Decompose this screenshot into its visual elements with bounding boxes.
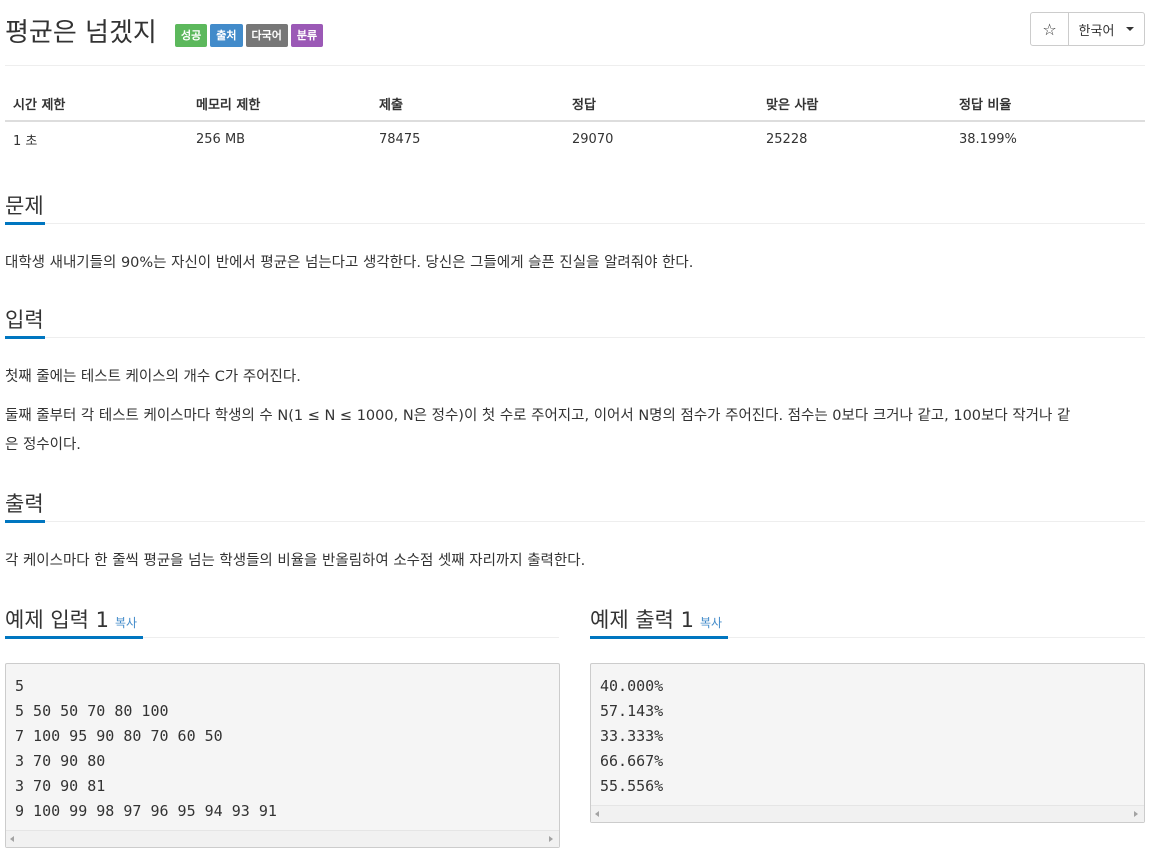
heading-underline xyxy=(5,636,143,639)
horizontal-scrollbar[interactable] xyxy=(6,830,559,847)
sample-output-line: 55.556% xyxy=(600,777,664,795)
header-accepted: 정답 xyxy=(564,86,758,122)
copy-sample-output-link[interactable]: 복사 xyxy=(700,616,722,630)
sample-input-line: 9 100 99 98 97 96 95 94 93 91 xyxy=(15,802,277,820)
sample-output-box[interactable]: 40.000% 57.143% 33.333% 66.667% 55.556% xyxy=(590,663,1145,823)
sample-input-line: 7 100 95 90 80 70 60 50 xyxy=(15,727,223,745)
star-icon: ☆ xyxy=(1042,19,1057,39)
sample-input-line: 3 70 90 80 xyxy=(15,752,106,770)
sample-input-title-text: 예제 입력 1 xyxy=(5,608,109,632)
header-submissions: 제출 xyxy=(371,86,564,122)
label-success[interactable]: 성공 xyxy=(175,24,208,47)
cell-accepted: 29070 xyxy=(572,132,614,147)
input-line-2: 둘째 줄부터 각 테스트 케이스마다 학생의 수 N(1 ≤ N ≤ 1000,… xyxy=(5,408,1071,424)
output-title: 출력 xyxy=(5,492,44,516)
sample-output-line: 57.143% xyxy=(600,702,664,720)
language-dropdown[interactable]: 한국어 xyxy=(1069,12,1145,46)
sample-input-heading: 예제 입력 1 복사 xyxy=(5,598,559,640)
problem-section: 문제 대학생 새내기들의 90%는 자신이 반에서 평균은 넘는다고 생각한다.… xyxy=(5,184,1145,278)
sample-output-heading: 예제 출력 1 복사 xyxy=(590,598,1145,640)
problem-title: 문제 xyxy=(5,194,44,218)
sample-output-line: 33.333% xyxy=(600,727,664,745)
header-button-group: ☆ 한국어 xyxy=(1030,12,1145,46)
header-time-limit: 시간 제한 xyxy=(5,86,188,122)
sample-output-section: 예제 출력 1 복사 xyxy=(590,598,1145,640)
sample-output-line: 66.667% xyxy=(600,752,664,770)
sample-output-title-text: 예제 출력 1 xyxy=(590,608,694,632)
sample-input-line: 3 70 90 81 xyxy=(15,777,106,795)
page-header: 평균은 넘겠지 성공 출처 다국어 분류 ☆ 한국어 xyxy=(5,0,1145,66)
cell-time-limit: 1 초 xyxy=(13,134,38,149)
copy-sample-input-link[interactable]: 복사 xyxy=(115,616,137,630)
input-line-1: 첫째 줄에는 테스트 케이스의 개수 C가 주어진다. xyxy=(5,369,301,385)
cell-submissions: 78475 xyxy=(379,132,421,147)
table-header-row: 시간 제한 메모리 제한 제출 정답 맞은 사람 정답 비율 xyxy=(5,86,1145,122)
input-heading: 입력 xyxy=(5,298,1145,339)
cell-memory-limit: 256 MB xyxy=(196,132,246,147)
chevron-down-icon xyxy=(1126,27,1135,31)
output-heading: 출력 xyxy=(5,482,1145,523)
input-section: 입력 첫째 줄에는 테스트 케이스의 개수 C가 주어진다. 둘째 줄부터 각 … xyxy=(5,298,1145,460)
problem-info-table: 시간 제한 메모리 제한 제출 정답 맞은 사람 정답 비율 1 초 256 M… xyxy=(5,86,1145,157)
input-line-2-cont: 은 정수이다. xyxy=(5,437,81,453)
scroll-left-icon[interactable] xyxy=(595,811,599,817)
sample-input-title: 예제 입력 1 복사 xyxy=(5,604,137,640)
input-title: 입력 xyxy=(5,308,44,332)
horizontal-scrollbar[interactable] xyxy=(591,805,1144,822)
header-accept-ratio: 정답 비율 xyxy=(951,86,1145,122)
scroll-right-icon[interactable] xyxy=(1134,811,1138,817)
heading-underline xyxy=(5,336,45,339)
sample-input-code: 5 5 50 50 70 80 100 7 100 95 90 80 70 60 5… xyxy=(6,664,559,824)
problem-text: 대학생 새내기들의 90%는 자신이 반에서 평균은 넘는다고 생각한다. 당신… xyxy=(5,255,694,271)
heading-underline xyxy=(590,636,728,639)
language-label: 한국어 xyxy=(1078,23,1115,39)
problem-heading: 문제 xyxy=(5,184,1145,225)
cell-solved-users: 25228 xyxy=(766,132,808,147)
scroll-left-icon[interactable] xyxy=(10,836,14,842)
output-text: 각 케이스마다 한 줄씩 평균을 넘는 학생들의 비율을 반올림하여 소수점 셋… xyxy=(5,553,586,569)
sample-output-title: 예제 출력 1 복사 xyxy=(590,604,722,640)
page-title: 평균은 넘겠지 xyxy=(5,18,157,48)
sample-output-code: 40.000% 57.143% 33.333% 66.667% 55.556% xyxy=(591,664,1144,799)
label-source[interactable]: 출처 xyxy=(210,24,243,47)
header-memory-limit: 메모리 제한 xyxy=(188,86,371,122)
label-category[interactable]: 분류 xyxy=(290,24,324,47)
problem-labels: 성공 출처 다국어 분류 xyxy=(175,24,324,47)
header-solved-users: 맞은 사람 xyxy=(758,86,951,122)
table-row: 1 초 256 MB 78475 29070 25228 38.199% xyxy=(5,121,1145,157)
sample-input-line: 5 50 50 70 80 100 xyxy=(15,702,169,720)
scroll-right-icon[interactable] xyxy=(549,836,553,842)
sample-input-line: 5 xyxy=(15,677,25,695)
output-section: 출력 각 케이스마다 한 줄씩 평균을 넘는 학생들의 비율을 반올림하여 소수… xyxy=(5,482,1145,576)
heading-underline xyxy=(5,222,45,225)
cell-accept-ratio: 38.199% xyxy=(959,132,1017,147)
label-multilang[interactable]: 다국어 xyxy=(245,24,288,47)
sample-input-box[interactable]: 5 5 50 50 70 80 100 7 100 95 90 80 70 60 5… xyxy=(5,663,560,848)
sample-input-section: 예제 입력 1 복사 xyxy=(5,598,559,640)
problem-page: 평균은 넘겠지 성공 출처 다국어 분류 ☆ 한국어 시간 제한 메모리 제한 xyxy=(5,0,1145,848)
heading-underline xyxy=(5,520,45,523)
sample-output-line: 40.000% xyxy=(600,677,664,695)
star-button[interactable]: ☆ xyxy=(1030,12,1069,46)
